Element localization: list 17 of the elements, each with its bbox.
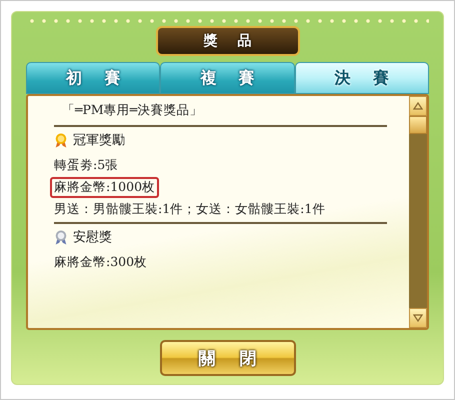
section-title: 冠軍獎勵 [73, 132, 125, 149]
section-title: 安慰獎 [73, 229, 112, 246]
medal-icon [54, 132, 68, 148]
tab[interactable]: 複賽 [160, 62, 295, 94]
medal-icon [54, 228, 68, 246]
tab[interactable]: 初賽 [26, 62, 160, 94]
dialog-title: 獎品 [156, 26, 300, 56]
close-button[interactable]: 關閉 [160, 340, 296, 376]
prize-line: 男送：男骷髏王裝:1件；女送：女骷髏王裝:1件 [53, 200, 326, 218]
tab[interactable]: 決賽 [294, 62, 429, 94]
prize-heading: 「═PM專用═決賽獎品」 [61, 101, 204, 119]
prize-line: 麻將金幣:300枚 [53, 253, 148, 271]
scroll-thumb[interactable] [409, 116, 427, 134]
scroll-up-icon[interactable] [409, 96, 427, 116]
scrollbar[interactable] [409, 96, 427, 328]
scroll-down-icon[interactable] [409, 308, 427, 328]
prize-line: 轉蛋劵:5張 [53, 156, 120, 174]
